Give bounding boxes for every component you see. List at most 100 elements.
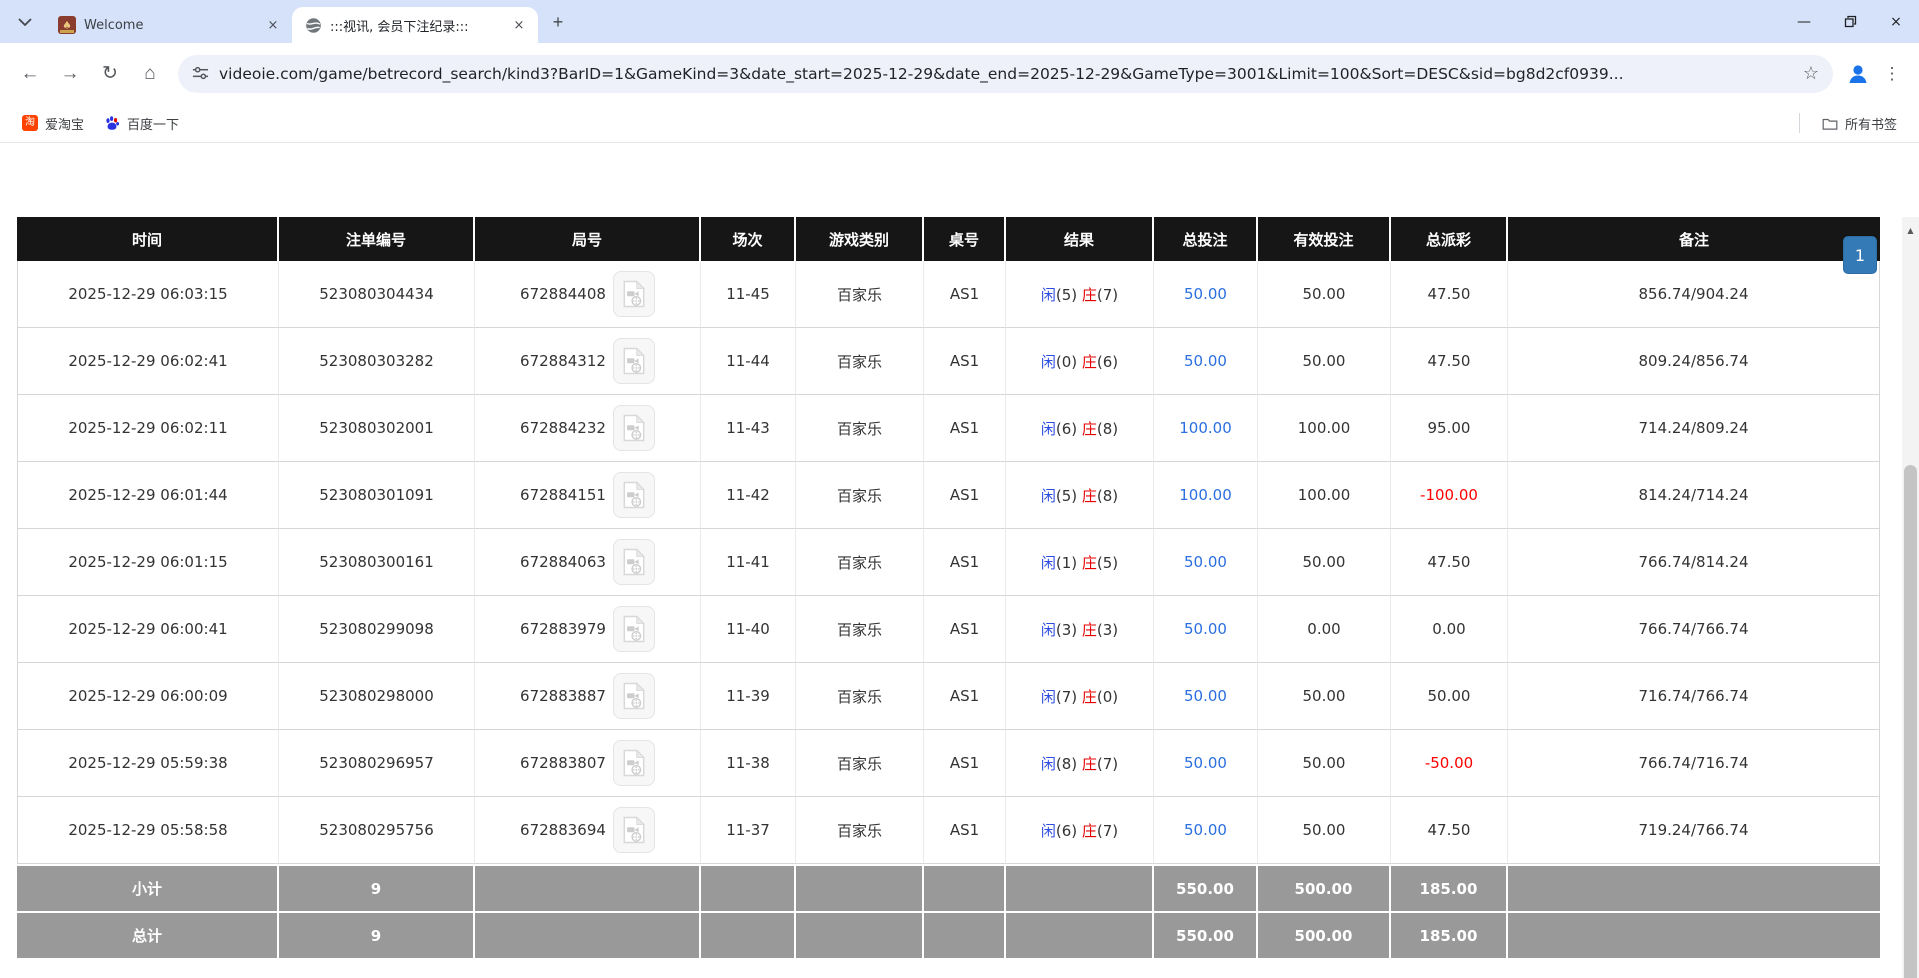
video-file-icon <box>622 548 646 576</box>
video-replay-button[interactable] <box>613 405 655 451</box>
scroll-up-arrow[interactable]: ▲ <box>1902 217 1919 243</box>
browser-menu-button[interactable]: ⋮ <box>1875 57 1909 91</box>
tab-close-icon[interactable]: × <box>264 16 282 34</box>
video-replay-button[interactable] <box>613 539 655 585</box>
cell-result: 闲(7) 庄(0) <box>1006 663 1154 730</box>
cell-payout: 47.50 <box>1391 797 1508 864</box>
total-bet-link[interactable]: 50.00 <box>1184 620 1227 638</box>
column-header-9: 总派彩 <box>1391 217 1508 261</box>
cell-payout: 47.50 <box>1391 529 1508 596</box>
pagination-page-1[interactable]: 1 <box>1843 236 1877 274</box>
video-replay-button[interactable] <box>613 740 655 786</box>
cell-bet-id: 523080298000 <box>279 663 475 730</box>
cell-round: 672883694 <box>475 797 701 864</box>
cell-bet-id: 523080304434 <box>279 261 475 328</box>
cell-note: 766.74/814.24 <box>1508 529 1880 596</box>
video-replay-button[interactable] <box>613 606 655 652</box>
cell-total-bet: 50.00 <box>1154 730 1258 797</box>
result-player-value: (1) <box>1056 554 1082 572</box>
site-settings-icon[interactable] <box>192 65 209 82</box>
cell-game-type: 百家乐 <box>796 462 924 529</box>
tab-search-button[interactable] <box>10 7 40 37</box>
video-replay-button[interactable] <box>613 271 655 317</box>
tab-betrecord[interactable]: :::视讯, 会员下注纪录::: × <box>292 7 538 43</box>
cell-time: 2025-12-29 06:03:15 <box>17 261 279 328</box>
cell-bet-id: 523080296957 <box>279 730 475 797</box>
cell-game-type: 百家乐 <box>796 797 924 864</box>
new-tab-button[interactable]: + <box>544 8 572 36</box>
total-count: 9 <box>279 911 475 958</box>
person-icon <box>1845 61 1871 87</box>
baidu-paw-icon <box>104 115 120 131</box>
round-number: 672884063 <box>520 553 606 571</box>
table-row: 2025-12-29 06:01:15 523080300161 6728840… <box>17 529 1880 596</box>
video-replay-button[interactable] <box>613 472 655 518</box>
column-header-10: 备注 <box>1508 217 1880 261</box>
minimize-button[interactable]: — <box>1781 0 1827 43</box>
video-file-icon <box>622 682 646 710</box>
total-bet-link[interactable]: 50.00 <box>1184 687 1227 705</box>
bookmark-star-icon[interactable]: ☆ <box>1803 63 1819 84</box>
video-replay-button[interactable] <box>613 807 655 853</box>
total-bet-link[interactable]: 50.00 <box>1184 821 1227 839</box>
cell-valid-bet: 50.00 <box>1258 529 1391 596</box>
tab-close-icon[interactable]: × <box>510 16 528 34</box>
cell-total-bet: 50.00 <box>1154 529 1258 596</box>
subtotal-payout: 185.00 <box>1391 864 1508 911</box>
bookmarks-bar: 淘 爱淘宝 百度一下 所有书签 <box>0 104 1919 143</box>
result-banker-label: 庄 <box>1082 688 1097 706</box>
cell-payout: -50.00 <box>1391 730 1508 797</box>
subtotal-row: 小计 9 550.00 500.00 185.00 <box>17 864 1880 911</box>
result-banker-value: (7) <box>1097 755 1118 773</box>
bookmark-label: 百度一下 <box>127 114 179 133</box>
cell-valid-bet: 50.00 <box>1258 730 1391 797</box>
bet-record-table: 时间注单编号局号场次游戏类别桌号结果总投注有效投注总派彩备注 2025-12-2… <box>17 217 1880 958</box>
url-text[interactable]: videoie.com/game/betrecord_search/kind3?… <box>219 65 1793 83</box>
total-bet-link[interactable]: 50.00 <box>1184 352 1227 370</box>
forward-button[interactable]: → <box>50 54 90 94</box>
bookmark-baidu[interactable]: 百度一下 <box>96 110 187 137</box>
cell-payout: 95.00 <box>1391 395 1508 462</box>
cell-table-id: AS1 <box>924 395 1006 462</box>
total-bet-link[interactable]: 100.00 <box>1179 419 1232 437</box>
video-replay-button[interactable] <box>613 673 655 719</box>
all-bookmarks-button[interactable]: 所有书签 <box>1814 110 1905 137</box>
close-button[interactable]: × <box>1873 0 1919 43</box>
cell-game-type: 百家乐 <box>796 529 924 596</box>
column-header-1: 注单编号 <box>279 217 475 261</box>
cell-time: 2025-12-29 06:02:41 <box>17 328 279 395</box>
result-player-value: (5) <box>1056 286 1082 304</box>
restore-button[interactable] <box>1827 0 1873 43</box>
round-number: 672884312 <box>520 352 606 370</box>
table-row: 2025-12-29 05:59:38 523080296957 6728838… <box>17 730 1880 797</box>
cell-result: 闲(6) 庄(8) <box>1006 395 1154 462</box>
tab-welcome[interactable]: ♠ Welcome × <box>46 7 292 43</box>
cell-time: 2025-12-29 06:01:15 <box>17 529 279 596</box>
total-total-bet: 550.00 <box>1154 911 1258 958</box>
total-bet-link[interactable]: 50.00 <box>1184 553 1227 571</box>
profile-avatar[interactable] <box>1841 57 1875 91</box>
result-banker-label: 庄 <box>1082 755 1097 773</box>
video-replay-button[interactable] <box>613 338 655 384</box>
page-content: 1 时间注单编号局号场次游戏类别桌号结果总投注有效投注总派彩备注 2025-12… <box>0 217 1919 978</box>
total-bet-link[interactable]: 50.00 <box>1184 285 1227 303</box>
reload-button[interactable]: ↻ <box>90 54 130 94</box>
bookmark-aitaobao[interactable]: 淘 爱淘宝 <box>14 110 92 137</box>
home-button[interactable]: ⌂ <box>130 54 170 94</box>
table-header-row: 时间注单编号局号场次游戏类别桌号结果总投注有效投注总派彩备注 <box>17 217 1880 261</box>
back-button[interactable]: ← <box>10 54 50 94</box>
result-banker-label: 庄 <box>1082 353 1097 371</box>
total-bet-link[interactable]: 50.00 <box>1184 754 1227 772</box>
cell-note: 766.74/766.74 <box>1508 596 1880 663</box>
address-bar[interactable]: videoie.com/game/betrecord_search/kind3?… <box>178 55 1833 93</box>
vertical-scrollbar[interactable]: ▲ <box>1902 217 1919 978</box>
video-file-icon <box>622 615 646 643</box>
cell-table-id: AS1 <box>924 462 1006 529</box>
result-banker-value: (6) <box>1097 353 1118 371</box>
cell-time: 2025-12-29 06:02:11 <box>17 395 279 462</box>
cell-session: 11-40 <box>701 596 796 663</box>
cell-result: 闲(8) 庄(7) <box>1006 730 1154 797</box>
scrollbar-thumb[interactable] <box>1904 465 1917 978</box>
total-bet-link[interactable]: 100.00 <box>1179 486 1232 504</box>
cell-result: 闲(3) 庄(3) <box>1006 596 1154 663</box>
